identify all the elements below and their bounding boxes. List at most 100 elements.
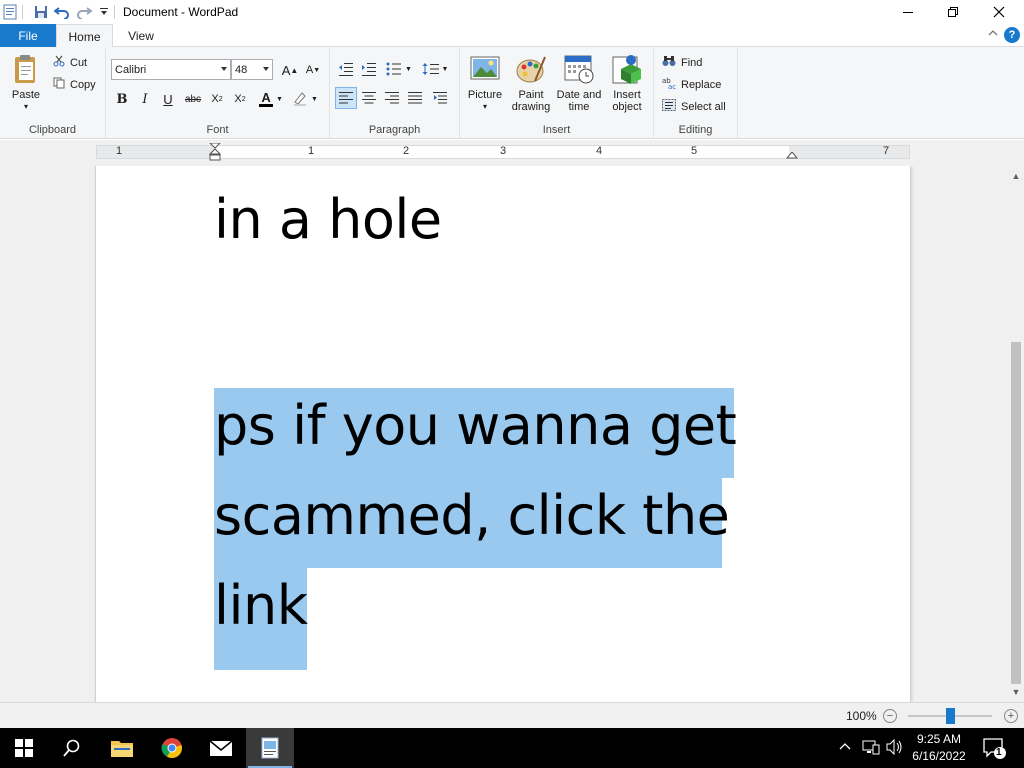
- volume-icon[interactable]: [886, 738, 904, 758]
- zoom-in-button[interactable]: +: [1004, 709, 1018, 723]
- customize-quick-access-icon[interactable]: [94, 3, 114, 21]
- tab-file[interactable]: File: [0, 24, 56, 47]
- document-text-line[interactable]: link: [214, 574, 308, 637]
- select-all-icon: [662, 99, 676, 114]
- search-button[interactable]: [48, 728, 96, 768]
- find-button[interactable]: Find: [662, 55, 702, 70]
- font-size-value: 48: [235, 63, 248, 76]
- wordpad-taskbar-button[interactable]: [246, 728, 294, 768]
- replace-button[interactable]: ab ac Replace: [662, 77, 721, 92]
- mail-button[interactable]: [197, 728, 245, 768]
- copy-label: Copy: [70, 78, 96, 91]
- text-color-button[interactable]: A ▼: [256, 88, 286, 110]
- notification-count: 1: [996, 747, 1002, 758]
- tab-home[interactable]: Home: [56, 24, 113, 48]
- document-area: in a hole ps if you wanna get scammed, c…: [0, 166, 1008, 702]
- font-family-select[interactable]: Calibri: [111, 59, 231, 80]
- justify-button[interactable]: [404, 87, 426, 109]
- insert-group-label: Insert: [542, 124, 571, 136]
- save-icon[interactable]: [31, 3, 51, 21]
- insert-group: Picture ▾ Paint drawing Date and time In…: [460, 47, 654, 139]
- chrome-icon: [161, 738, 182, 759]
- align-left-button[interactable]: [335, 87, 357, 109]
- bullets-button[interactable]: ▼: [384, 58, 414, 80]
- line-spacing-button[interactable]: ▼: [420, 58, 450, 80]
- ruler[interactable]: 1 1 2 3 4 5 7: [96, 142, 910, 161]
- window-title: Document - WordPad: [123, 5, 239, 19]
- minimize-button[interactable]: [885, 0, 931, 24]
- paste-dropdown-icon[interactable]: ▾: [6, 101, 46, 113]
- taskbar-clock[interactable]: 9:25 AM 6/16/2022: [906, 731, 972, 765]
- paste-label: Paste: [11, 89, 41, 101]
- subscript-button[interactable]: X2: [206, 88, 228, 110]
- redo-icon[interactable]: [74, 3, 94, 21]
- paragraph-settings-button[interactable]: [429, 87, 451, 109]
- strikethrough-button[interactable]: abc: [182, 88, 204, 110]
- network-icon[interactable]: [862, 739, 880, 758]
- undo-icon[interactable]: [52, 3, 72, 21]
- document-text-line[interactable]: ps if you wanna get: [214, 394, 737, 457]
- paragraph-group-label: Paragraph: [368, 124, 421, 136]
- folder-icon: [111, 741, 133, 757]
- cut-button[interactable]: Cut: [53, 55, 87, 70]
- first-line-indent-marker[interactable]: [208, 142, 222, 164]
- title-bar: Document - WordPad: [0, 0, 1024, 24]
- action-center-icon[interactable]: 1: [982, 736, 1006, 763]
- picture-icon: [469, 53, 501, 85]
- document-page[interactable]: in a hole ps if you wanna get scammed, c…: [95, 166, 911, 702]
- bold-button[interactable]: B: [111, 88, 133, 110]
- align-center-icon: [362, 92, 376, 104]
- font-group: Calibri 48 A ▲ A ▼ B I U abc X2 X2 A ▼ ▼ F…: [106, 47, 330, 139]
- zoom-slider-thumb[interactable]: [946, 708, 955, 724]
- grow-font-button[interactable]: A ▲: [279, 59, 301, 81]
- chrome-button[interactable]: [148, 728, 196, 768]
- picture-dropdown-icon[interactable]: ▾: [464, 101, 506, 113]
- ruler-number: 5: [691, 145, 698, 157]
- font-size-select[interactable]: 48: [231, 59, 273, 80]
- align-right-button[interactable]: [381, 87, 403, 109]
- increase-indent-button[interactable]: [358, 58, 380, 80]
- paste-icon: [10, 53, 42, 85]
- taskbar: 9:25 AM 6/16/2022 1: [0, 728, 1024, 768]
- justify-icon: [408, 92, 422, 104]
- document-text-line[interactable]: in a hole: [214, 188, 442, 251]
- highlight-color-button[interactable]: ▼: [289, 88, 321, 110]
- picture-button[interactable]: Picture ▾: [464, 53, 506, 113]
- paragraph-group: ▼ ▼ Paragraph: [330, 47, 460, 139]
- italic-button[interactable]: I: [134, 88, 156, 110]
- zoom-level: 100%: [846, 709, 877, 723]
- paint-drawing-button[interactable]: Paint drawing: [508, 53, 554, 113]
- decrease-indent-button[interactable]: [335, 58, 357, 80]
- increase-indent-icon: [362, 63, 376, 76]
- right-indent-marker[interactable]: [785, 149, 799, 163]
- scroll-up-icon[interactable]: ▲: [1008, 168, 1024, 184]
- zoom-out-button[interactable]: −: [883, 709, 897, 723]
- superscript-button[interactable]: X2: [229, 88, 251, 110]
- scrollbar-thumb[interactable]: [1011, 342, 1021, 684]
- align-center-button[interactable]: [358, 87, 380, 109]
- shrink-font-button[interactable]: A ▼: [302, 59, 324, 81]
- start-button[interactable]: [0, 728, 48, 768]
- ruler-number: 2: [403, 145, 410, 157]
- show-hidden-icons-icon[interactable]: [839, 739, 851, 754]
- underline-button[interactable]: U: [157, 88, 179, 110]
- help-icon[interactable]: ?: [1004, 27, 1020, 43]
- minimize-ribbon-icon[interactable]: [988, 28, 998, 40]
- wordpad-app-icon[interactable]: [0, 3, 20, 21]
- select-all-label: Select all: [681, 100, 726, 113]
- insert-object-button[interactable]: Insert object: [606, 53, 648, 113]
- scroll-down-icon[interactable]: ▼: [1008, 684, 1024, 700]
- select-all-button[interactable]: Select all: [662, 99, 726, 114]
- restore-button[interactable]: [930, 0, 976, 24]
- copy-button[interactable]: Copy: [53, 77, 96, 92]
- paste-button[interactable]: Paste ▾: [6, 53, 46, 113]
- close-button[interactable]: [976, 0, 1022, 24]
- document-text-line[interactable]: scammed, click the: [214, 484, 730, 547]
- file-explorer-button[interactable]: [98, 728, 146, 768]
- editing-group-label: Editing: [678, 124, 713, 136]
- vertical-scrollbar[interactable]: ▲ ▼: [1008, 166, 1024, 702]
- bullet-list-icon: [386, 62, 402, 76]
- date-and-time-button[interactable]: Date and time: [556, 53, 602, 113]
- tab-view[interactable]: View: [113, 24, 169, 47]
- picture-label: Picture: [467, 89, 503, 101]
